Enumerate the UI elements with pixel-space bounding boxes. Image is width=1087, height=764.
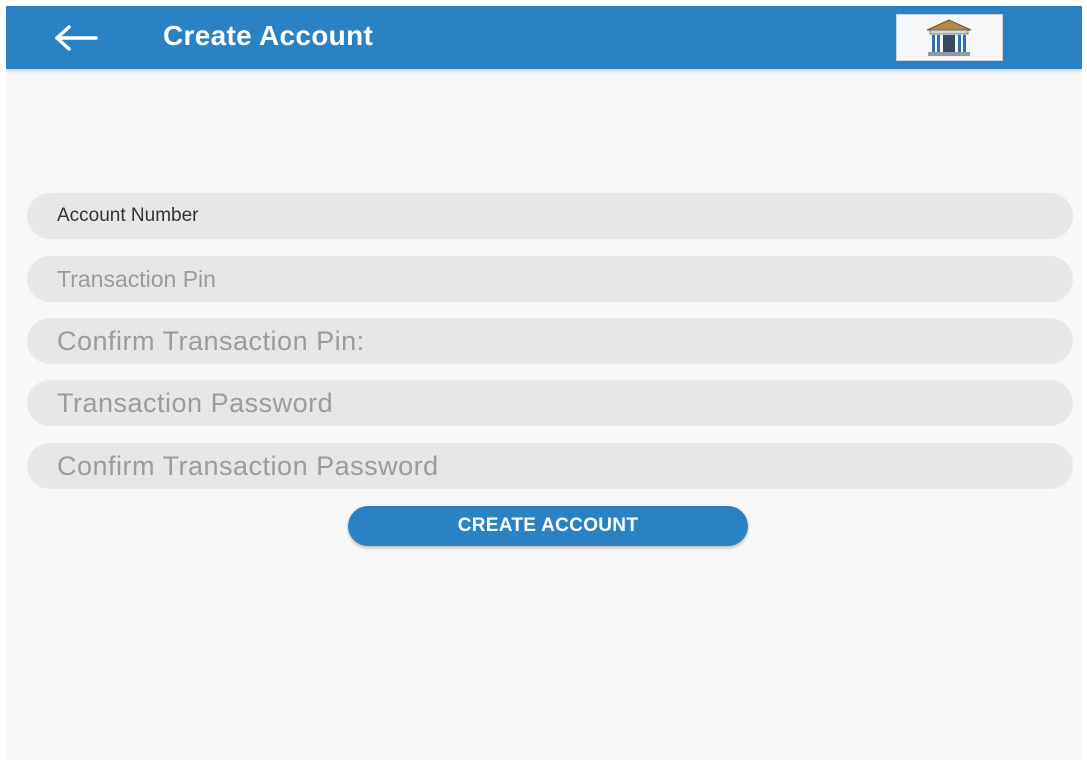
bank-building-icon [897,15,1002,60]
back-button[interactable] [48,18,104,58]
create-account-button[interactable]: CREATE ACCOUNT [348,506,748,546]
account-number-input[interactable] [27,193,1073,239]
confirm-transaction-pin-input[interactable] [27,318,1073,364]
app-bar: Create Account [6,6,1082,69]
arrow-left-icon [55,25,98,51]
bank-logo [896,14,1003,61]
app-screen: Create Account CREATE ACCOUNT [6,6,1082,760]
transaction-password-input[interactable] [27,380,1073,426]
confirm-transaction-password-input[interactable] [27,443,1073,489]
page-title: Create Account [163,20,374,51]
transaction-pin-input[interactable] [27,256,1073,302]
